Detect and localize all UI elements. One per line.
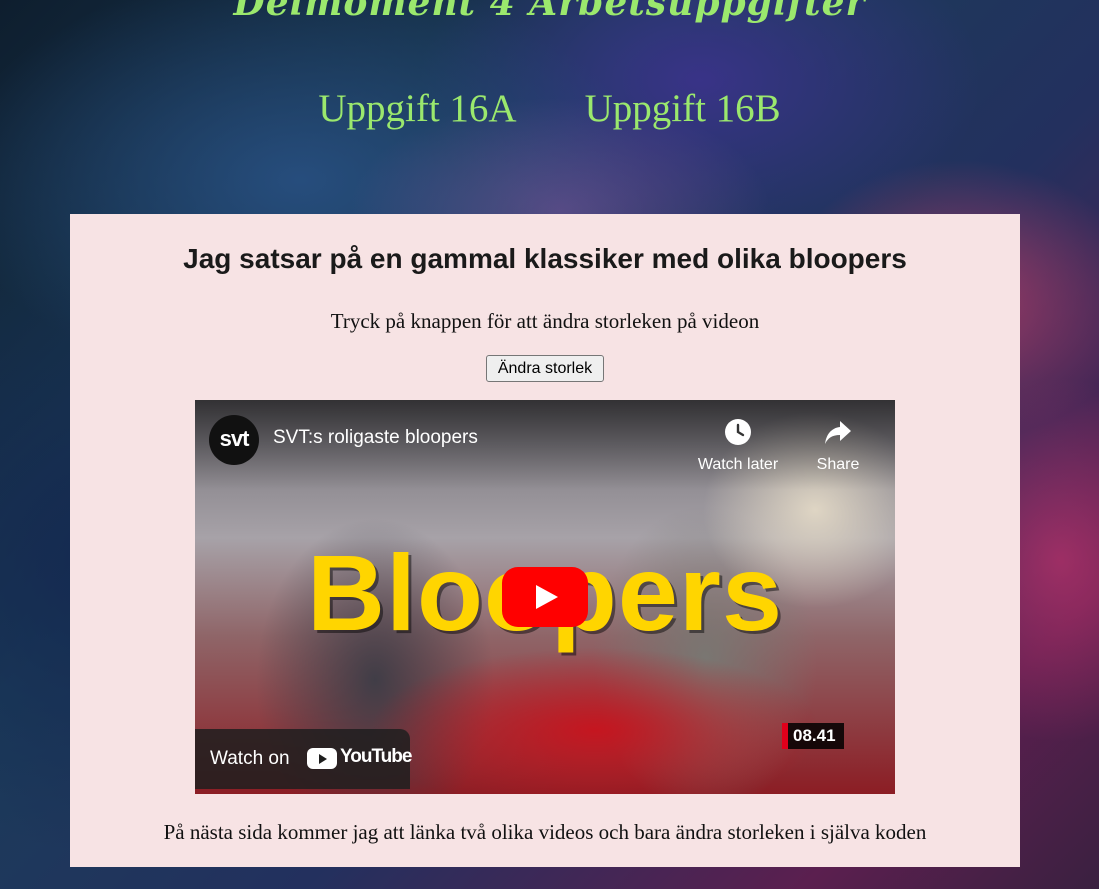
resize-video-button[interactable]: Ändra storlek (486, 355, 604, 382)
play-button[interactable] (502, 567, 588, 627)
youtube-play-icon (502, 567, 588, 627)
video-title[interactable]: SVT:s roligaste bloopers (273, 427, 478, 449)
share-arrow-icon (793, 418, 883, 446)
youtube-logo-icon (307, 748, 337, 769)
nav-link-uppgift-16b[interactable]: Uppgift 16B (585, 86, 781, 131)
time-badge-text: 08.41 (793, 726, 836, 745)
clock-icon (693, 418, 783, 446)
share-button[interactable]: Share (793, 418, 883, 474)
page-heading: Delmoment 4 Arbetsuppgifter (233, 0, 866, 24)
content-title: Jag satsar på en gammal klassiker med ol… (183, 243, 907, 274)
nav-link-uppgift-16a[interactable]: Uppgift 16A (318, 86, 516, 131)
youtube-wordmark: YouTube (340, 746, 412, 767)
youtube-embed[interactable]: Bloopers svt SVT:s roligaste bloopers Wa… (195, 400, 895, 794)
resize-instruction: Tryck på knappen för att ändra storleken… (330, 309, 760, 333)
watch-on-label: Watch on (210, 748, 290, 769)
time-badge: 08.41 (782, 723, 844, 749)
footer-note: På nästa sida kommer jag att länka två o… (163, 820, 927, 844)
watch-later-label: Watch later (697, 456, 779, 473)
watch-on-youtube-button[interactable]: Watch on YouTube (195, 729, 412, 789)
watch-later-button[interactable]: Watch later (693, 418, 783, 474)
assignment-nav: Uppgift 16A Uppgift 16B (0, 86, 1099, 131)
channel-avatar[interactable]: svt (209, 415, 259, 465)
time-badge-bar (782, 723, 788, 749)
share-label: Share (816, 456, 860, 473)
